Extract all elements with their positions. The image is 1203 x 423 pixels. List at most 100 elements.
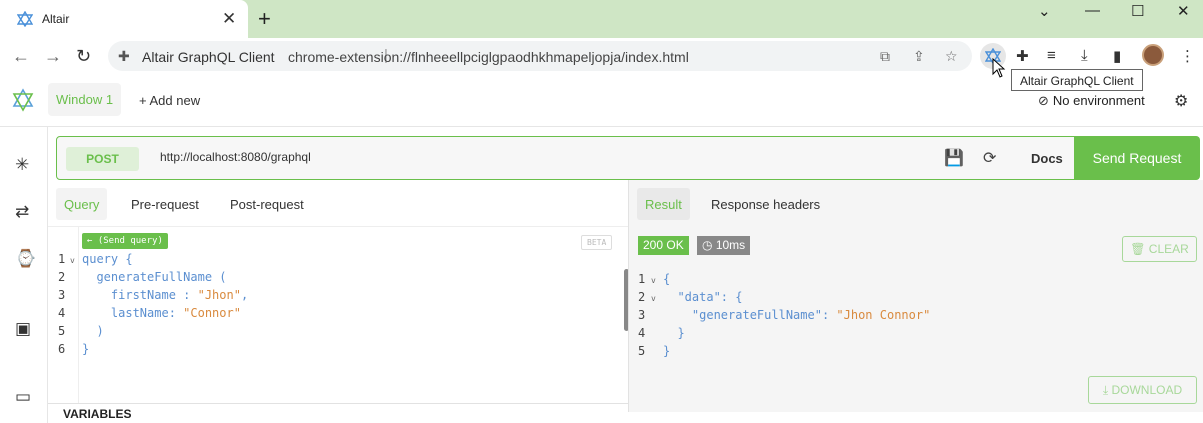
back-icon[interactable]: ← <box>12 46 30 66</box>
variables-panel-header[interactable]: VARIABLES <box>48 403 628 423</box>
extensions-icon[interactable]: ✚ <box>1016 47 1029 65</box>
translate-icon[interactable]: ⧉ <box>880 48 890 65</box>
browser-tab-strip: Altair ✕ + ⌄ — ☐ ✕ <box>0 0 1203 38</box>
result-line: { <box>663 272 671 286</box>
browser-tab[interactable]: Altair ✕ <box>0 0 248 38</box>
fold-arrow-icon[interactable]: v <box>651 276 656 285</box>
tab-search-icon[interactable]: ⌄ <box>1038 2 1051 20</box>
bookmark-star-icon[interactable]: ☆ <box>945 48 958 65</box>
query-gutter: 1 v 2 3 4 5 6 <box>48 227 78 404</box>
result-value: "Jhon Connor" <box>836 308 931 322</box>
new-tab-icon[interactable]: + <box>258 8 271 30</box>
beta-badge: BETA <box>581 235 613 250</box>
save-icon[interactable]: 💾 <box>944 148 964 168</box>
tab-query[interactable]: Query <box>56 188 108 220</box>
result-bottom-strip <box>628 412 1203 423</box>
line-number: 4 <box>638 326 646 340</box>
request-bar: POST http://localhost:8080/graphql 💾 ⟳ D… <box>56 136 1200 180</box>
line-number: 1 <box>58 252 66 266</box>
result-line: "generateFullName": "Jhon Connor" <box>663 308 930 322</box>
code-arg-name: lastName: <box>82 306 184 320</box>
line-number: 3 <box>638 308 646 322</box>
reload-schema-icon[interactable]: ⟳ <box>983 148 996 168</box>
profile-avatar[interactable] <box>1142 44 1164 66</box>
download-label: DOWNLOAD <box>1111 383 1183 397</box>
line-number: 6 <box>58 342 66 356</box>
query-tabs: Query Pre-request Post-request <box>48 186 628 222</box>
tab-result[interactable]: Result <box>637 188 690 220</box>
side-panel-icon[interactable]: ▮ <box>1113 47 1121 65</box>
environment-label: No environment <box>1052 93 1145 108</box>
fold-arrow-icon[interactable]: v <box>70 256 75 265</box>
code-line: ) <box>82 324 104 338</box>
media-queue-icon[interactable]: ≡ <box>1047 47 1056 64</box>
line-number: 5 <box>638 344 646 358</box>
endpoint-url-input[interactable]: http://localhost:8080/graphql <box>160 150 311 164</box>
code-line: query { <box>82 252 133 266</box>
fold-arrow-icon[interactable]: v <box>651 294 656 303</box>
subscription-icon[interactable]: ⌚ <box>15 249 36 269</box>
docs-button[interactable]: Docs <box>1031 151 1063 166</box>
result-key: "generateFullName" <box>663 308 822 322</box>
extension-tooltip: Altair GraphQL Client <box>1011 69 1143 91</box>
tab-post-request[interactable]: Post-request <box>222 188 312 220</box>
code-line: generateFullName ( <box>82 270 227 284</box>
minimize-icon[interactable]: — <box>1085 2 1100 19</box>
query-editor[interactable]: 1 v 2 3 4 5 6 ← (Send query) BETA query … <box>48 226 628 404</box>
clear-label: CLEAR <box>1148 242 1189 256</box>
add-new-window-button[interactable]: + Add new <box>139 93 200 108</box>
line-number: 2 <box>58 270 66 284</box>
site-name: Altair GraphQL Client <box>142 49 275 65</box>
trash-icon: 🗑 <box>1130 242 1149 256</box>
plugins-briefcase-icon[interactable]: ▣ <box>15 319 31 339</box>
prettify-icon[interactable]: ✳ <box>15 155 29 175</box>
result-punctuation: : <box>821 308 837 322</box>
response-time-badge: ◷ 10ms <box>697 236 751 255</box>
tab-response-headers[interactable]: Response headers <box>703 188 828 220</box>
result-pane: Result Response headers 200 OK ◷ 10ms 🗑 … <box>628 180 1203 412</box>
tab-title: Altair <box>42 12 70 26</box>
browser-menu-icon[interactable]: ⋮ <box>1180 47 1195 65</box>
extension-puzzle-icon: ✚ <box>118 48 130 64</box>
result-key: "data" <box>663 290 721 304</box>
sidebar: ✳ ⇄ ⌚ ▣ ▭ <box>0 127 48 423</box>
altair-app-logo-icon[interactable] <box>12 88 34 112</box>
tab-close-icon[interactable]: ✕ <box>222 9 236 29</box>
send-request-button[interactable]: Send Request <box>1074 136 1200 180</box>
line-number: 5 <box>58 324 66 338</box>
result-line: } <box>663 344 671 358</box>
response-time-value: 10ms <box>715 238 746 252</box>
gutter-divider <box>78 227 79 404</box>
reload-icon[interactable]: ↻ <box>76 46 91 66</box>
maximize-icon[interactable]: ☐ <box>1131 2 1144 20</box>
code-arg-value: "Connor" <box>183 306 241 320</box>
address-bar[interactable]: ✚ Altair GraphQL Client | chrome-extensi… <box>108 41 972 71</box>
tab-pre-request[interactable]: Pre-request <box>123 188 207 220</box>
altair-logo-icon <box>17 11 33 27</box>
code-punctuation: , <box>240 288 249 302</box>
code-line: firstName : "Jhon", <box>82 288 248 302</box>
window-tab[interactable]: Window 1 <box>48 83 121 116</box>
line-number: 4 <box>58 306 66 320</box>
send-query-hint-button[interactable]: ← (Send query) <box>82 233 168 249</box>
line-number: 3 <box>58 288 66 302</box>
status-badge: 200 OK <box>638 236 689 255</box>
history-swap-icon[interactable]: ⇄ <box>15 202 29 222</box>
result-punctuation: : { <box>720 290 743 304</box>
http-method-selector[interactable]: POST <box>66 147 139 171</box>
result-line: } <box>663 326 685 340</box>
eye-off-icon: ⊘ <box>1038 93 1049 108</box>
environment-selector[interactable]: ⊘ No environment <box>1038 93 1145 109</box>
collections-folder-icon[interactable]: ▭ <box>15 387 31 407</box>
share-icon[interactable]: ⇪ <box>913 48 925 65</box>
clear-result-button[interactable]: 🗑 CLEAR <box>1122 236 1197 262</box>
download-result-button[interactable]: ⤓ DOWNLOAD <box>1088 376 1197 404</box>
address-url[interactable]: chrome-extension://flnheeellpciglgpaodhk… <box>288 49 689 65</box>
download-icon[interactable]: ⤓ <box>1081 47 1088 64</box>
code-arg-name: firstName : <box>82 288 198 302</box>
code-line: } <box>82 342 90 356</box>
forward-icon[interactable]: → <box>44 46 62 66</box>
clock-icon: ◷ <box>702 238 716 252</box>
window-close-icon[interactable]: ✕ <box>1177 2 1190 20</box>
settings-gear-icon[interactable]: ⚙ <box>1174 91 1188 111</box>
